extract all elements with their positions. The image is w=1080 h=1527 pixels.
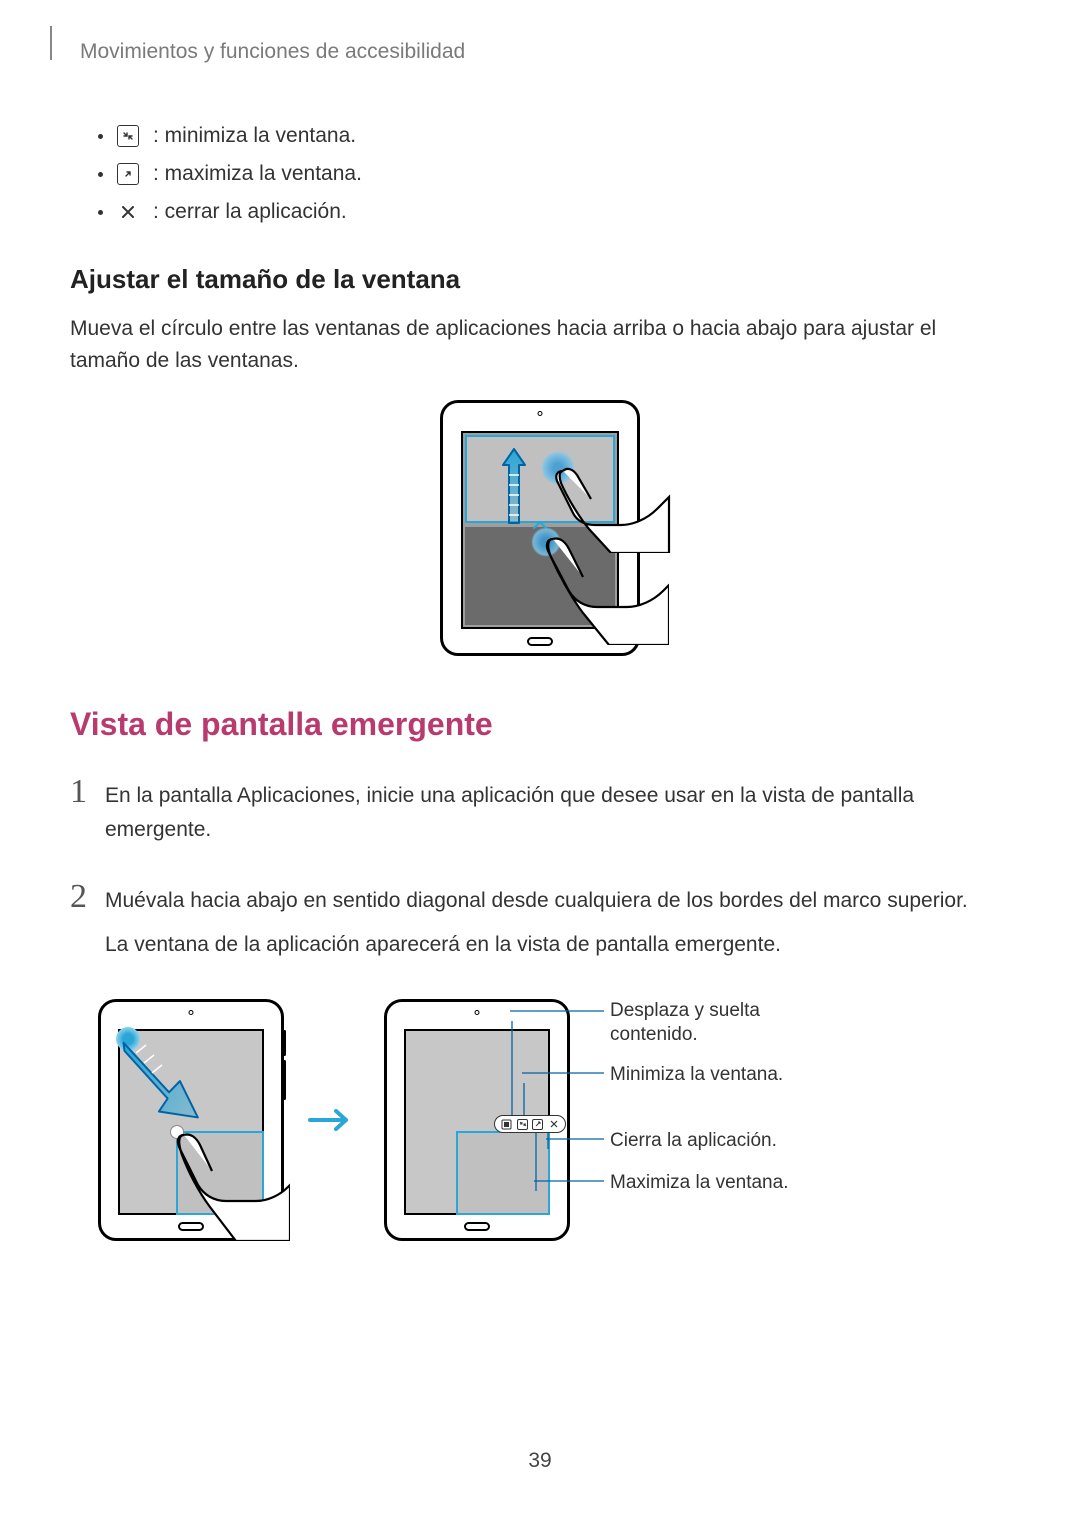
- bullet-text: : minimiza la ventana.: [153, 124, 356, 148]
- callout-close: Cierra la aplicación.: [610, 1129, 777, 1153]
- step-number: 1: [70, 775, 87, 856]
- transition-arrow-icon: [308, 1106, 360, 1134]
- minimize-window-icon: [117, 125, 139, 147]
- step-paragraph: Muévala hacia abajo en sentido diagonal …: [105, 884, 968, 918]
- resize-body-text: Mueva el círculo entre las ventanas de a…: [70, 313, 1010, 376]
- subheading-resize: Ajustar el tamaño de la ventana: [70, 264, 1010, 295]
- numbered-step-list: 1 En la pantalla Aplicaciones, inicie un…: [70, 779, 1010, 971]
- main-heading-popup: Vista de pantalla emergente: [70, 706, 1010, 743]
- callout-minimize: Minimiza la ventana.: [610, 1063, 783, 1087]
- maximize-window-icon: [117, 163, 139, 185]
- step-2: 2 Muévala hacia abajo en sentido diagona…: [70, 884, 1010, 971]
- close-app-icon: [117, 201, 139, 223]
- resize-illustration: [70, 400, 1010, 656]
- bullet-maximize: : maximiza la ventana.: [98, 162, 1010, 186]
- step-text: En la pantalla Aplicaciones, inicie una …: [105, 779, 1010, 856]
- step-text: Muévala hacia abajo en sentido diagonal …: [105, 884, 968, 971]
- bullet-dot: [98, 210, 103, 215]
- step-paragraph: En la pantalla Aplicaciones, inicie una …: [105, 779, 1010, 846]
- tablet-device: [440, 400, 640, 656]
- header-vertical-rule: [50, 26, 52, 60]
- bullet-text: : maximiza la ventana.: [153, 162, 362, 186]
- callout-maximize: Maximiza la ventana.: [610, 1171, 788, 1195]
- tablet-device-before: [98, 999, 284, 1241]
- bullet-text: : cerrar la aplicación.: [153, 200, 347, 224]
- bullet-minimize: : minimiza la ventana.: [98, 124, 1010, 148]
- page-number: 39: [0, 1449, 1080, 1473]
- bullet-dot: [98, 134, 103, 139]
- step-paragraph: La ventana de la aplicación aparecerá en…: [105, 928, 968, 962]
- section-header: Movimientos y funciones de accesibilidad: [80, 40, 1010, 64]
- step-number: 2: [70, 880, 87, 971]
- popup-diagram-row: Desplaza y suelta contenido. Minimiza la…: [98, 999, 1010, 1241]
- bullet-close: : cerrar la aplicación.: [98, 200, 1010, 224]
- callout-drag: Desplaza y suelta contenido.: [610, 999, 850, 1047]
- bullet-dot: [98, 172, 103, 177]
- step-1: 1 En la pantalla Aplicaciones, inicie un…: [70, 779, 1010, 856]
- icon-bullet-list: : minimiza la ventana. : maximiza la ven…: [98, 124, 1010, 224]
